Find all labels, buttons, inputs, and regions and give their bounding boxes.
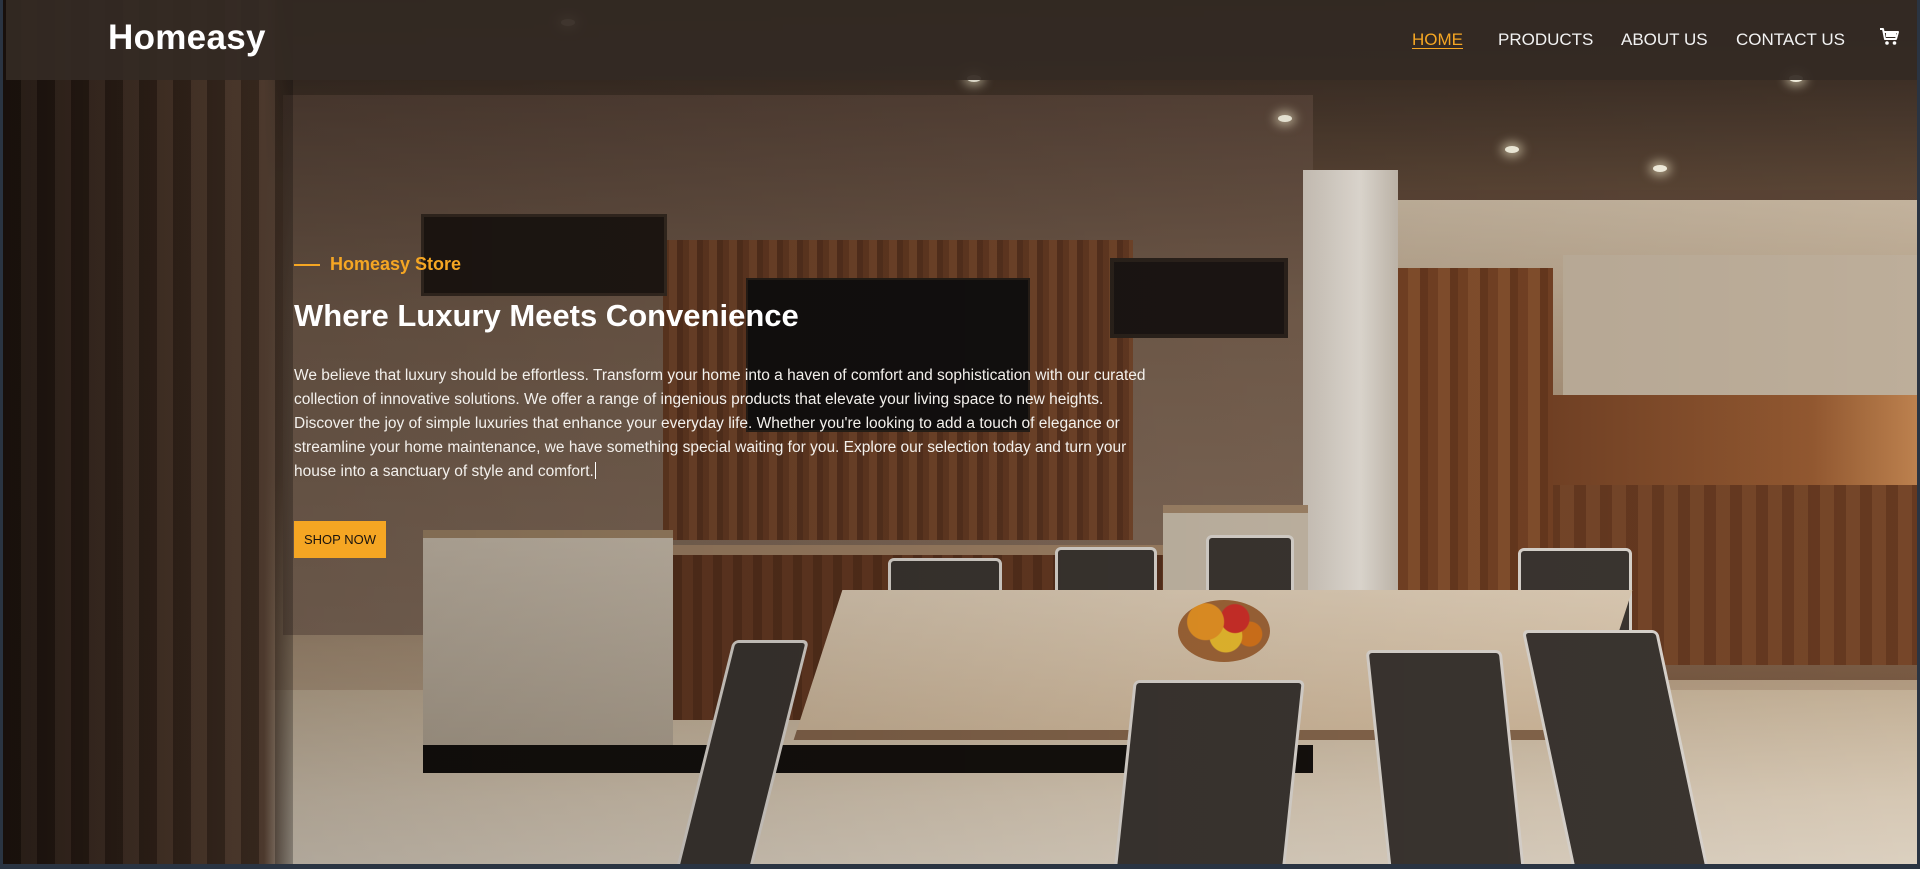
tagline-dash [294,263,320,266]
text-cursor [594,462,596,479]
site-header: Homeasy HOME PRODUCTS ABOUT US CONTACT U… [6,0,1917,80]
page-frame: Homeasy HOME PRODUCTS ABOUT US CONTACT U… [0,0,1920,869]
hero-headline: Where Luxury Meets Convenience [294,298,799,333]
hero-tagline-row: Homeasy Store [294,254,461,275]
nav-home[interactable]: HOME [1412,30,1463,50]
cart-icon[interactable] [1879,26,1901,48]
hero-description-text: We believe that luxury should be effortl… [294,367,1146,480]
nav-contact-us[interactable]: CONTACT US [1736,30,1845,50]
brand-logo[interactable]: Homeasy [108,18,266,58]
hero-tagline: Homeasy Store [330,254,462,274]
nav-about-us[interactable]: ABOUT US [1621,30,1708,50]
shop-now-button[interactable]: SHOP NOW [294,521,386,558]
hero-description: We believe that luxury should be effortl… [294,364,1154,484]
nav-products[interactable]: PRODUCTS [1498,30,1593,50]
cart-icon-graphic [1880,28,1899,45]
